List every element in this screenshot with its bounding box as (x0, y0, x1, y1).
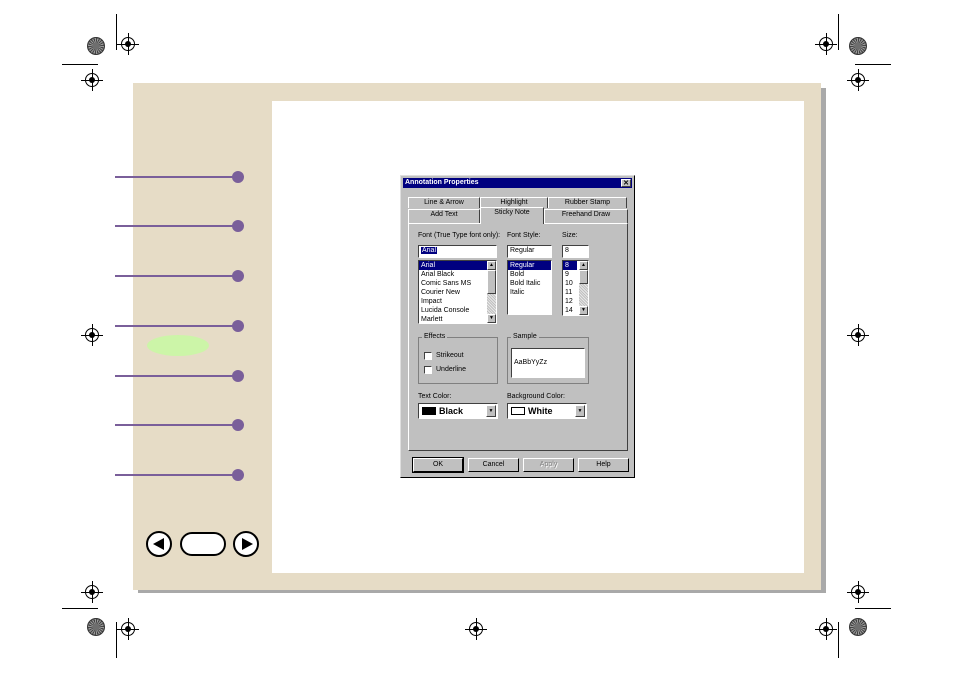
registration-mark-icon (815, 618, 837, 640)
size-input[interactable]: 8 (562, 245, 589, 258)
color-target-icon (87, 618, 105, 636)
background-color-swatch (511, 407, 525, 415)
text-color-label: Text Color: (418, 393, 452, 400)
scroll-thumb[interactable] (487, 270, 496, 294)
tab-rubber-stamp[interactable]: Rubber Stamp (548, 197, 627, 208)
list-item[interactable]: Courier New (419, 288, 496, 297)
registration-mark-icon (465, 618, 487, 640)
list-item[interactable]: Bold (508, 270, 551, 279)
font-style-input[interactable]: Regular (507, 245, 552, 258)
list-item[interactable]: Arial Black (419, 270, 496, 279)
callout-dot (232, 469, 244, 481)
cancel-button[interactable]: Cancel (468, 458, 519, 472)
scroll-up-icon[interactable]: ▲ (487, 261, 496, 270)
tab-sticky-note[interactable]: Sticky Note (480, 207, 544, 224)
dialog-title: Annotation Properties (405, 179, 479, 186)
font-list-scrollbar[interactable]: ▲ ▼ (487, 261, 496, 323)
text-color-swatch (422, 407, 436, 415)
chevron-down-icon[interactable]: ▼ (575, 405, 585, 417)
sample-title: Sample (511, 333, 539, 340)
font-label: Font (True Type font only): (418, 232, 501, 239)
callout-dot (232, 270, 244, 282)
callout-dot (232, 171, 244, 183)
size-label: Size: (562, 232, 578, 239)
font-input-value: Arial (421, 247, 438, 254)
list-item[interactable]: Impact (419, 297, 496, 306)
color-target-icon (87, 37, 105, 55)
text-color-select[interactable]: Black ▼ (418, 403, 498, 419)
font-style-list[interactable]: Regular Bold Bold Italic Italic (507, 260, 552, 315)
list-item[interactable]: Bold Italic (508, 279, 551, 288)
background-color-value: White (528, 406, 553, 416)
text-color-value: Black (439, 406, 464, 416)
sample-preview: AaBbYyZz (511, 348, 585, 378)
ok-button[interactable]: OK (412, 457, 464, 473)
highlight-oval (147, 335, 209, 356)
annotation-properties-dialog: Annotation Properties ✕ Line & Arrow Hig… (400, 175, 635, 478)
strikeout-checkbox[interactable] (424, 352, 432, 360)
registration-mark-icon (847, 69, 869, 91)
font-list[interactable]: Arial Arial Black Comic Sans MS Courier … (418, 260, 497, 324)
background-color-select[interactable]: White ▼ (507, 403, 587, 419)
tab-add-text[interactable]: Add Text (408, 209, 480, 223)
registration-mark-icon (847, 581, 869, 603)
size-list[interactable]: 8 9 10 11 12 14 ▲ ▼ (562, 260, 589, 316)
help-button[interactable]: Help (578, 458, 629, 472)
font-style-label: Font Style: (507, 232, 541, 239)
callout-dot (232, 370, 244, 382)
strikeout-label: Strikeout (436, 352, 464, 359)
prev-arrow-icon[interactable] (146, 531, 172, 557)
list-item[interactable]: Italic (508, 288, 551, 297)
next-arrow-icon[interactable] (233, 531, 259, 557)
size-list-scrollbar[interactable]: ▲ ▼ (579, 261, 588, 315)
close-icon[interactable]: ✕ (621, 179, 631, 187)
registration-mark-icon (815, 33, 837, 55)
registration-mark-icon (81, 581, 103, 603)
underline-label: Underline (436, 366, 466, 373)
registration-mark-icon (117, 618, 139, 640)
apply-button[interactable]: Apply (523, 458, 574, 472)
registration-mark-icon (847, 324, 869, 346)
home-button[interactable] (180, 532, 226, 556)
list-item[interactable]: 8 (563, 261, 577, 270)
color-target-icon (849, 618, 867, 636)
effects-group (418, 337, 498, 384)
effects-title: Effects (422, 333, 448, 340)
scroll-down-icon[interactable]: ▼ (487, 314, 496, 323)
tab-freehand-draw[interactable]: Freehand Draw (544, 209, 628, 223)
background-color-label: Background Color: (507, 393, 565, 400)
scroll-up-icon[interactable]: ▲ (579, 261, 588, 270)
list-item[interactable]: Regular (508, 261, 551, 270)
tab-line-arrow[interactable]: Line & Arrow (408, 197, 480, 208)
scroll-thumb[interactable] (579, 270, 588, 284)
list-item[interactable]: Comic Sans MS (419, 279, 496, 288)
list-item[interactable]: Marlett (419, 315, 496, 323)
list-item[interactable]: Arial (419, 261, 496, 270)
dialog-titlebar: Annotation Properties ✕ (403, 178, 632, 188)
registration-mark-icon (81, 69, 103, 91)
font-input[interactable]: Arial (418, 245, 497, 258)
registration-mark-icon (81, 324, 103, 346)
callout-dot (232, 320, 244, 332)
color-target-icon (849, 37, 867, 55)
scroll-down-icon[interactable]: ▼ (579, 306, 588, 315)
chevron-down-icon[interactable]: ▼ (486, 405, 496, 417)
registration-mark-icon (117, 33, 139, 55)
callout-dot (232, 419, 244, 431)
callout-dot (232, 220, 244, 232)
list-item[interactable]: Lucida Console (419, 306, 496, 315)
underline-checkbox[interactable] (424, 366, 432, 374)
